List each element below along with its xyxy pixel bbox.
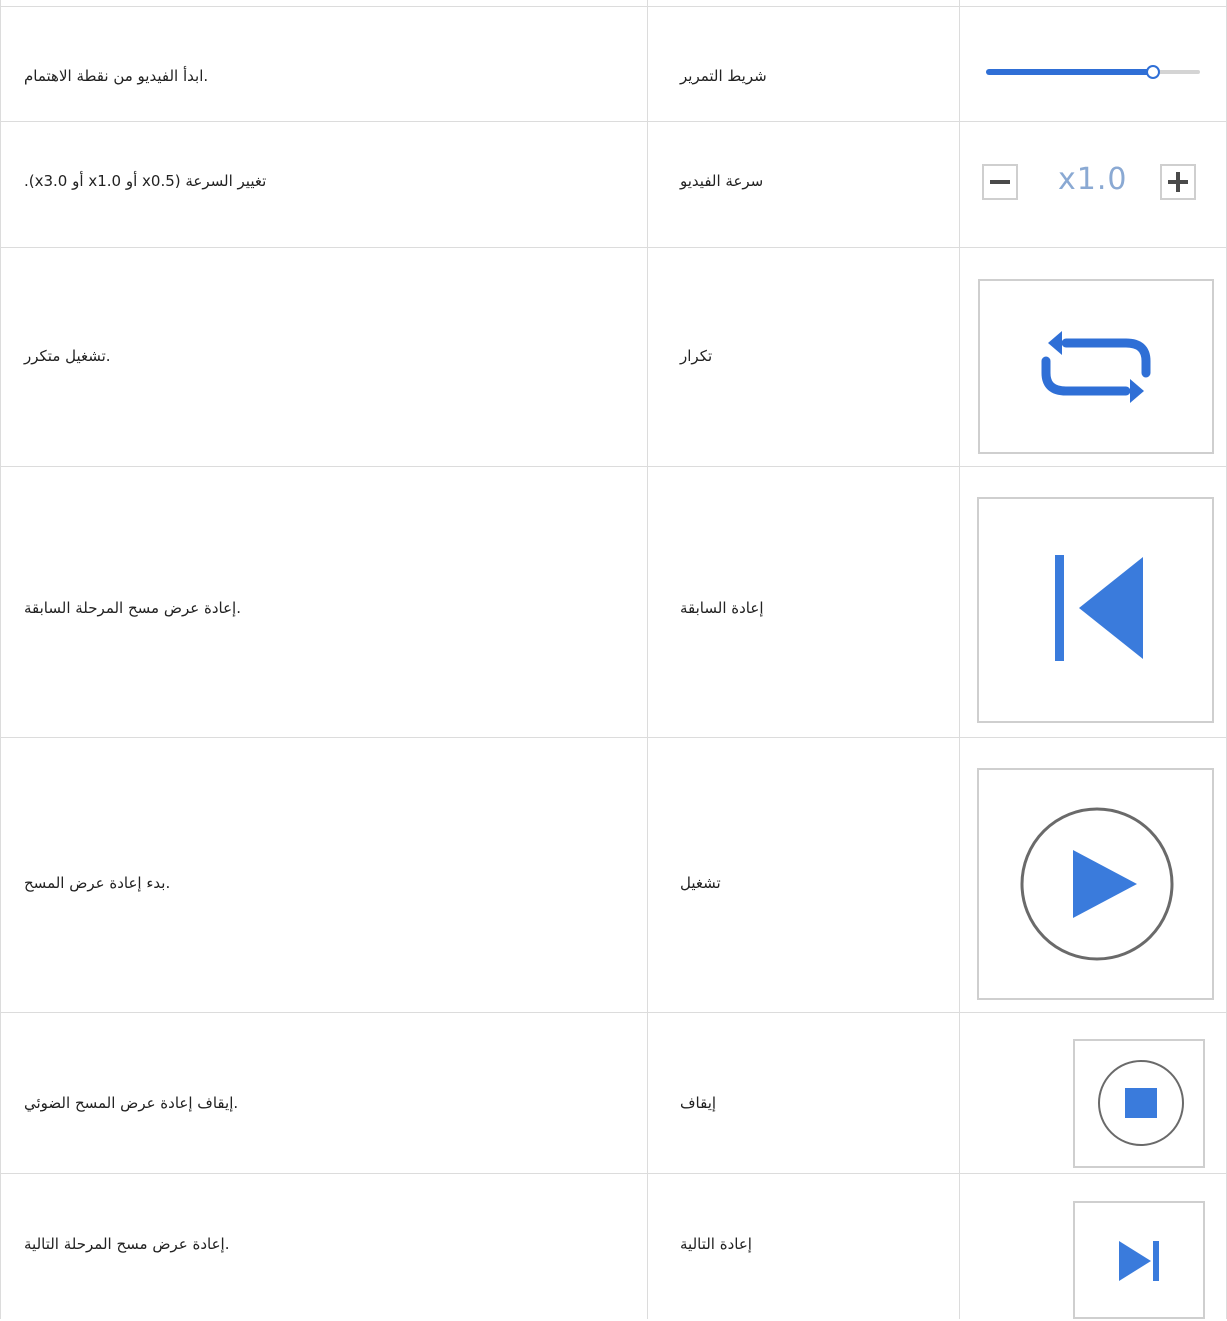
speed-decrease-button[interactable] [982,164,1018,200]
row-divider [0,737,1227,738]
skip-next-icon[interactable] [1073,1201,1205,1319]
row-divider [0,1173,1227,1174]
row-name: سرعة الفيديو [680,172,764,190]
row-name: إعادة التالية [680,1235,752,1253]
row-name: إيقاف [680,1094,717,1112]
row-description: .إعادة عرض مسح المرحلة التالية [24,1235,230,1253]
controls-table: .ابدأ الفيديو من نقطة الاهتمام شريط التم… [0,0,1227,1319]
speed-control: x1.0 [982,162,1210,202]
column-divider-1 [647,0,648,1319]
stop-icon[interactable] [1073,1039,1205,1168]
table-border-left [0,0,1,1319]
row-divider [0,121,1227,122]
row-divider [0,6,1227,7]
row-name: تشغيل [680,874,721,892]
skip-previous-icon[interactable] [977,497,1214,723]
row-divider [0,1012,1227,1013]
speed-value: x1.0 [1058,162,1128,197]
speed-increase-button[interactable] [1160,164,1196,200]
row-name: شريط التمرير [680,67,767,85]
row-description: .(x3.0 أو x1.0 أو x0.5) تغيير السرعة [24,172,267,190]
repeat-icon[interactable] [978,279,1214,454]
row-description: .إيقاف إعادة عرض المسح الضوئي [24,1094,239,1112]
row-name: تكرار [680,347,713,365]
row-description: .ابدأ الفيديو من نقطة الاهتمام [24,67,209,85]
row-divider [0,466,1227,467]
column-divider-2 [959,0,960,1319]
play-icon[interactable] [977,768,1214,1000]
row-name: إعادة السابقة [680,599,764,617]
row-description: .بدء إعادة عرض المسح [24,874,171,892]
row-divider [0,247,1227,248]
row-description: .إعادة عرض مسح المرحلة السابقة [24,599,241,617]
row-description: .تشغيل متكرر [24,347,111,365]
slider-icon[interactable] [984,60,1202,84]
